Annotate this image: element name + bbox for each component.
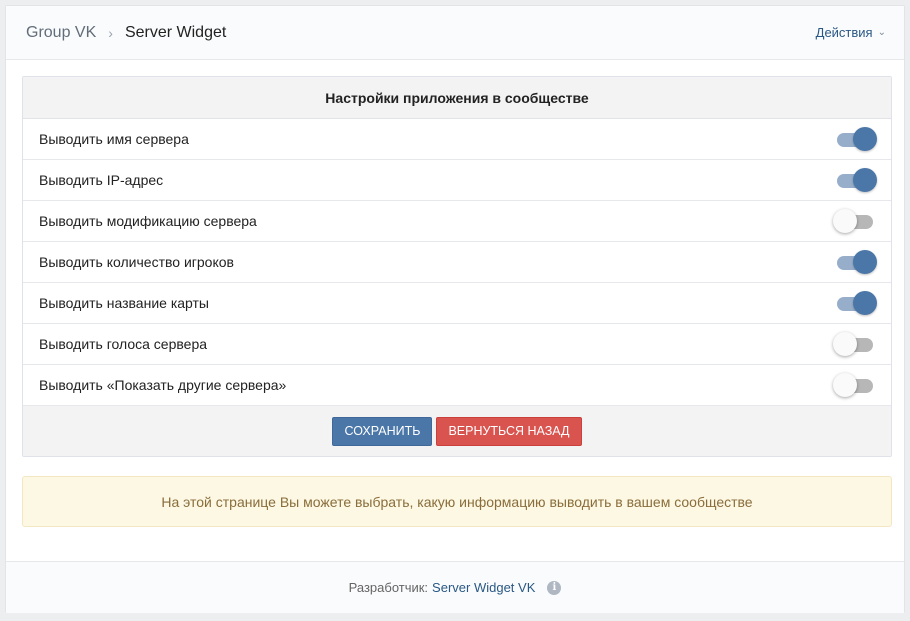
breadcrumb-root-link[interactable]: Group VK xyxy=(26,24,96,42)
toggle-switch[interactable] xyxy=(833,209,877,233)
toggle-knob xyxy=(833,373,857,397)
toggle-knob xyxy=(853,127,877,151)
developer-link[interactable]: Server Widget VK xyxy=(432,580,535,595)
settings-row: Выводить название карты xyxy=(23,283,891,324)
toggle-switch[interactable] xyxy=(833,250,877,274)
chevron-right-icon: › xyxy=(108,24,113,41)
breadcrumb-current: Server Widget xyxy=(124,23,227,41)
setting-label: Выводить модификацию сервера xyxy=(39,213,257,229)
info-notice: На этой странице Вы можете выбрать, каку… xyxy=(22,476,892,527)
settings-row: Выводить голоса сервера xyxy=(23,324,891,365)
toggle-knob xyxy=(853,168,877,192)
toggle-switch[interactable] xyxy=(833,373,877,397)
toggle-knob xyxy=(833,209,857,233)
setting-label: Выводить голоса сервера xyxy=(39,336,208,352)
setting-label: Выводить IP-адрес xyxy=(39,172,164,188)
toggle-switch[interactable] xyxy=(833,291,877,315)
top-bar: Group VK › Server Widget Действия ⌄ xyxy=(6,6,904,60)
back-button[interactable]: ВЕРНУТЬСЯ НАЗАД xyxy=(436,416,582,446)
info-icon[interactable]: i xyxy=(547,580,562,595)
toggle-knob xyxy=(853,291,877,315)
setting-label: Выводить название карты xyxy=(39,295,209,311)
chevron-down-icon: ⌄ xyxy=(877,27,886,38)
setting-label: Выводить «Показать другие сервера» xyxy=(39,377,287,393)
settings-row: Выводить имя сервера xyxy=(23,119,891,160)
settings-title: Настройки приложения в сообществе xyxy=(23,77,891,119)
setting-label: Выводить количество игроков xyxy=(39,254,234,270)
toggle-switch[interactable] xyxy=(833,168,877,192)
toggle-knob xyxy=(853,250,877,274)
save-button[interactable]: СОХРАНИТЬ xyxy=(332,416,433,446)
app-window: Group VK › Server Widget Действия ⌄ Наст… xyxy=(5,5,905,613)
toggle-switch[interactable] xyxy=(833,332,877,356)
settings-actions: СОХРАНИТЬ ВЕРНУТЬСЯ НАЗАД xyxy=(23,406,891,456)
notice-text: На этой странице Вы можете выбрать, каку… xyxy=(161,493,753,510)
developer-label: Разработчик: xyxy=(348,580,429,595)
breadcrumb: Group VK › Server Widget xyxy=(26,24,226,42)
settings-list: Выводить имя сервера Выводить IP-адрес Выв… xyxy=(23,119,891,406)
setting-label: Выводить имя сервера xyxy=(39,131,189,147)
actions-dropdown[interactable]: Действия ⌄ xyxy=(816,25,886,40)
toggle-knob xyxy=(833,332,857,356)
page-footer: Разработчик: Server Widget VK i xyxy=(6,561,904,613)
settings-row: Выводить модификацию сервера xyxy=(23,201,891,242)
settings-panel: Настройки приложения в сообществе Выводи… xyxy=(22,76,892,457)
settings-row: Выводить количество игроков xyxy=(23,242,891,283)
toggle-switch[interactable] xyxy=(833,127,877,151)
settings-row: Выводить IP-адрес xyxy=(23,160,891,201)
actions-label: Действия xyxy=(815,25,873,40)
settings-row: Выводить «Показать другие сервера» xyxy=(23,365,891,406)
